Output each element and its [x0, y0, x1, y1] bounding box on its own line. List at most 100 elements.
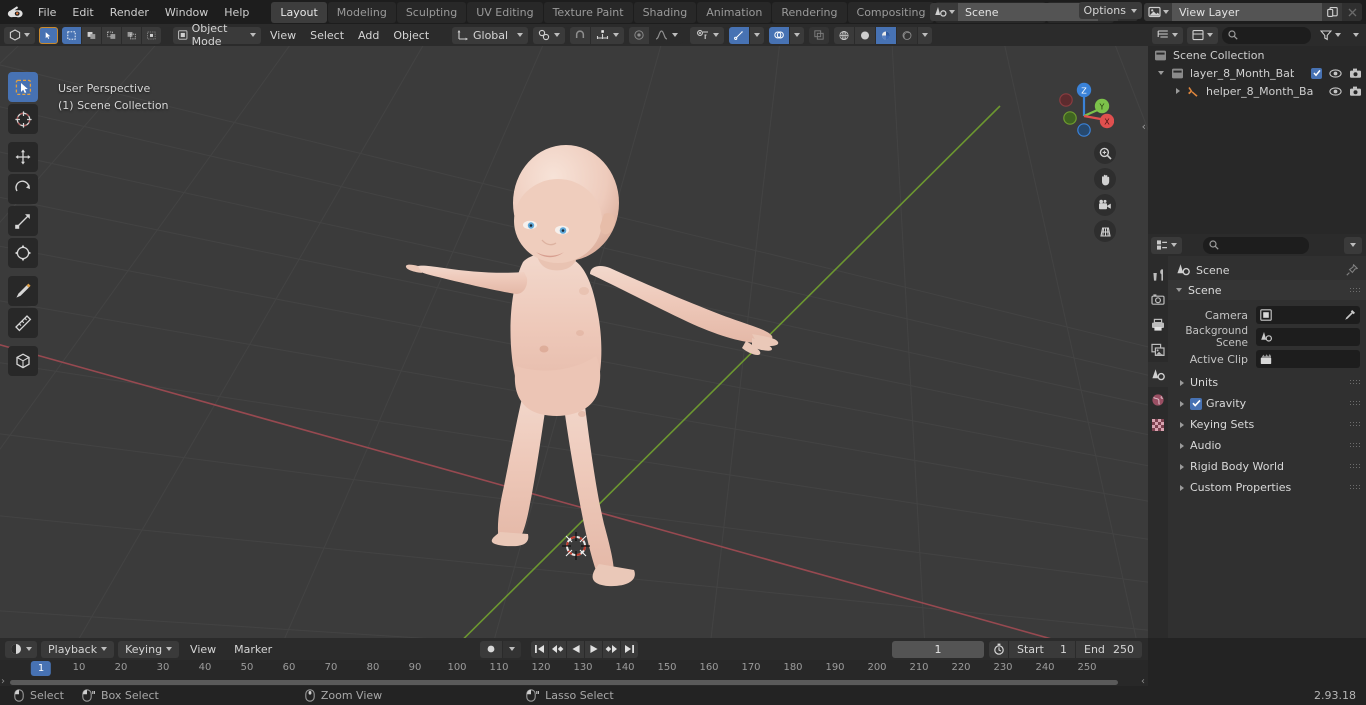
section-units[interactable]: Units — [1168, 372, 1366, 393]
auto-keying-dropdown[interactable] — [503, 640, 521, 658]
object-mode-dropdown[interactable]: Object Mode — [173, 22, 261, 48]
timeline-editor-type-button[interactable] — [5, 640, 37, 658]
properties-tab-world[interactable] — [1148, 387, 1168, 412]
intersect-select-mode-button[interactable] — [142, 26, 161, 44]
blender-logo-icon[interactable] — [0, 0, 30, 24]
properties-editor-type-button[interactable] — [1151, 236, 1182, 254]
snap-target-dropdown[interactable] — [591, 26, 624, 44]
camera-render-icon[interactable] — [1349, 68, 1362, 79]
timeline-scrollbar[interactable]: › ‹ — [0, 676, 1148, 687]
transform-tool[interactable] — [8, 238, 38, 268]
pan-hand-icon[interactable] — [1094, 168, 1116, 190]
outliner-editor-type-button[interactable] — [1152, 26, 1183, 44]
section-gravity[interactable]: Gravity — [1168, 393, 1366, 414]
magnet-icon[interactable] — [570, 26, 590, 44]
menu-help[interactable]: Help — [216, 3, 257, 22]
measure-tool[interactable] — [8, 308, 38, 338]
timeline-menu-view[interactable]: View — [183, 641, 223, 658]
next-keyframe-icon[interactable] — [603, 640, 620, 658]
gravity-checkbox[interactable] — [1190, 397, 1202, 410]
outliner-search-input[interactable] — [1222, 26, 1311, 44]
visibility-eye-icon[interactable] — [690, 26, 724, 44]
xray-icon[interactable] — [809, 26, 829, 44]
tweak-tool[interactable] — [8, 72, 38, 102]
tab-modeling[interactable]: Modeling — [327, 1, 396, 23]
3d-viewport[interactable]: User Perspective (1) Scene Collection Z … — [0, 46, 1148, 638]
timeline-scrollbar-handle[interactable] — [10, 680, 1118, 685]
scene-name-field[interactable]: Scene — [958, 3, 1098, 21]
start-frame-field[interactable]: Start 1 — [1009, 640, 1075, 658]
expand-triangle-icon[interactable] — [1180, 484, 1184, 491]
play-reverse-icon[interactable] — [567, 640, 584, 658]
tab-layout[interactable]: Layout — [271, 1, 327, 23]
overlays-icon[interactable] — [769, 26, 789, 44]
timeline-menu-marker[interactable]: Marker — [227, 641, 279, 658]
proportional-edit-icon[interactable] — [629, 26, 649, 44]
pin-icon[interactable] — [1346, 264, 1358, 276]
jump-start-icon[interactable] — [531, 640, 548, 658]
camera-view-icon[interactable] — [1094, 194, 1116, 216]
prev-keyframe-icon[interactable] — [549, 640, 566, 658]
outliner-filter-button[interactable] — [1315, 27, 1346, 44]
add-cube-tool[interactable] — [8, 346, 38, 376]
properties-tab-tool[interactable] — [1148, 262, 1168, 287]
panel-expand-triangle-icon[interactable] — [1176, 288, 1182, 292]
menu-edit[interactable]: Edit — [64, 3, 101, 22]
outliner-row-scene-collection[interactable]: Scene Collection — [1148, 46, 1366, 64]
box-select-mode-button[interactable] — [62, 26, 81, 44]
viewport-menu-view[interactable]: View — [265, 27, 301, 44]
eye-icon[interactable] — [1329, 86, 1342, 97]
tab-compositing[interactable]: Compositing — [847, 1, 935, 23]
section-audio[interactable]: Audio — [1168, 435, 1366, 456]
shading-rendered-button[interactable] — [897, 26, 917, 44]
properties-tab-render[interactable] — [1148, 287, 1168, 312]
outliner-options-button[interactable] — [1350, 27, 1362, 44]
properties-options-button[interactable] — [1344, 236, 1362, 254]
tweak-select-mode-button[interactable] — [82, 26, 101, 44]
scale-tool[interactable] — [8, 206, 38, 236]
eye-icon[interactable] — [1329, 68, 1342, 79]
menu-file[interactable]: File — [30, 3, 64, 22]
camera-render-icon[interactable] — [1349, 86, 1362, 97]
background-scene-field[interactable] — [1256, 328, 1360, 346]
overlays-dropdown[interactable] — [790, 26, 804, 44]
navigation-gizmo[interactable]: Z Y X — [1042, 68, 1114, 140]
rotate-tool[interactable] — [8, 174, 38, 204]
cursor-tool[interactable] — [8, 104, 38, 134]
viewport-menu-add[interactable]: Add — [353, 27, 384, 44]
tab-uv-editing[interactable]: UV Editing — [467, 1, 543, 23]
properties-tab-texture[interactable] — [1148, 412, 1168, 437]
tab-rendering[interactable]: Rendering — [772, 1, 847, 23]
timeline-menu-playback[interactable]: Playback — [41, 640, 115, 658]
collection-checkbox[interactable] — [1311, 67, 1322, 79]
viewport-options-dropdown[interactable]: Options — [1078, 2, 1142, 19]
camera-field[interactable] — [1256, 306, 1360, 324]
outliner-row-object[interactable]: helper_8_Month_Baby_B — [1148, 82, 1366, 100]
current-frame-field[interactable]: 1 — [892, 640, 984, 658]
viewport-sidebar-toggle[interactable]: ‹ — [1142, 120, 1146, 133]
expand-triangle-icon[interactable] — [1180, 463, 1184, 470]
scene-panel-header[interactable]: Scene — [1168, 280, 1366, 300]
shading-material-preview-button[interactable] — [876, 26, 896, 44]
expand-triangle-icon[interactable] — [1180, 400, 1184, 407]
tab-animation[interactable]: Animation — [697, 1, 772, 23]
view-layer-name-field[interactable]: View Layer — [1172, 3, 1322, 21]
transform-orientation-dropdown[interactable]: Global — [452, 26, 528, 44]
new-view-layer-button[interactable] — [1322, 3, 1342, 21]
section-rigid-body-world[interactable]: Rigid Body World — [1168, 456, 1366, 477]
shading-dropdown[interactable] — [918, 26, 932, 44]
move-tool[interactable] — [8, 142, 38, 172]
subtract-select-mode-button[interactable] — [122, 26, 141, 44]
play-icon[interactable] — [585, 640, 602, 658]
properties-tab-scene[interactable] — [1148, 362, 1168, 387]
annotate-tool[interactable] — [8, 276, 38, 306]
properties-tab-output[interactable] — [1148, 312, 1168, 337]
properties-search-input[interactable] — [1203, 236, 1309, 254]
gizmo-icon[interactable] — [729, 26, 749, 44]
view-layer-selector[interactable]: View Layer — [1144, 3, 1362, 21]
expand-triangle-icon[interactable] — [1180, 421, 1184, 428]
eyedropper-icon[interactable] — [1344, 309, 1356, 321]
tweak-select-tool-button[interactable] — [39, 26, 58, 44]
playhead[interactable]: 1 — [30, 661, 52, 676]
tab-texture-paint[interactable]: Texture Paint — [543, 1, 633, 23]
